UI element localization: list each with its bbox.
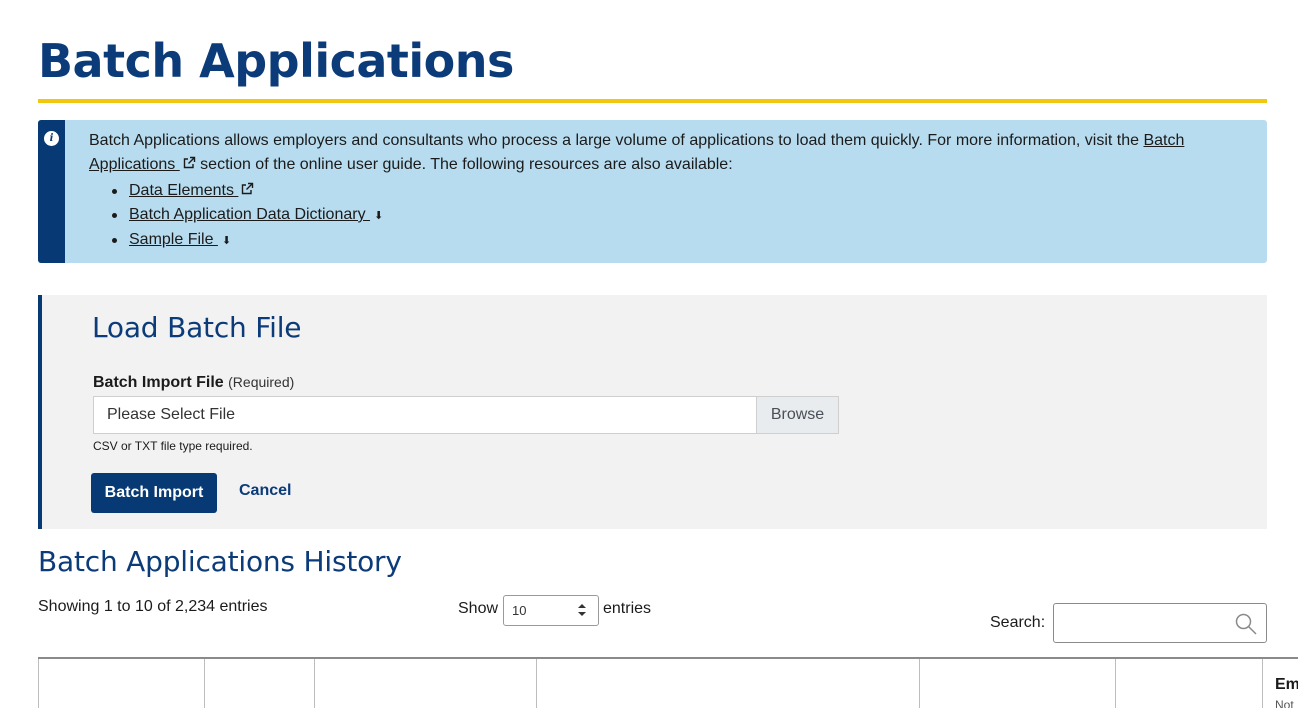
table-column-divider [204,659,205,708]
file-type-help: CSV or TXT file type required. [93,439,253,453]
info-icon: i [44,131,59,146]
history-table-header: Em Not [38,657,1298,708]
page-title: Batch Applications [38,34,514,88]
table-column-divider [1115,659,1116,708]
info-stripe: i [38,120,65,263]
download-icon: ⬇ [221,235,232,247]
info-alert: i Batch Applications allows employers an… [38,120,1267,263]
entries-info: Showing 1 to 10 of 2,234 entries [38,598,268,615]
file-placeholder: Please Select File [107,406,236,423]
list-item: Sample File ⬇ [111,228,383,253]
external-link-icon [242,182,254,195]
table-column-subheader: Not [1275,698,1294,708]
load-batch-panel: Load Batch File Batch Import File (Requi… [38,295,1267,529]
search-input[interactable] [1053,603,1267,643]
search-label: Search: [990,614,1046,631]
external-link-icon [183,156,195,169]
title-underline [38,99,1267,103]
list-item: Batch Application Data Dictionary ⬇ [111,203,383,228]
sample-file-link[interactable]: Sample File ⬇ [129,231,231,248]
list-item: Data Elements [111,179,383,203]
required-indicator: (Required) [228,374,295,390]
entries-label: entries [603,600,652,617]
select-arrows-icon [578,604,586,616]
data-dictionary-link[interactable]: Batch Application Data Dictionary ⬇ [129,206,383,223]
batch-import-button[interactable]: Batch Import [91,473,217,513]
resource-list: Data Elements Batch Application Data Dic… [111,179,383,253]
download-icon: ⬇ [374,210,384,222]
table-column-divider [1262,659,1263,708]
show-label: Show [458,600,499,617]
history-title: Batch Applications History [38,545,402,578]
table-column-header[interactable]: Em [1275,676,1298,694]
batch-import-file-input[interactable]: Please Select File Browse [93,396,839,434]
table-column-divider [536,659,537,708]
search-icon [1235,613,1257,635]
batch-import-file-label: Batch Import File (Required) [93,374,295,391]
load-batch-title: Load Batch File [92,311,302,344]
browse-button[interactable]: Browse [756,397,838,433]
data-elements-link[interactable]: Data Elements [129,182,238,199]
page-size-select[interactable]: 10 [503,595,599,626]
table-column-divider [314,659,315,708]
info-description: Batch Applications allows employers and … [89,132,1185,173]
cancel-button[interactable]: Cancel [239,482,291,500]
table-column-divider [919,659,920,708]
table-divider [38,659,39,708]
